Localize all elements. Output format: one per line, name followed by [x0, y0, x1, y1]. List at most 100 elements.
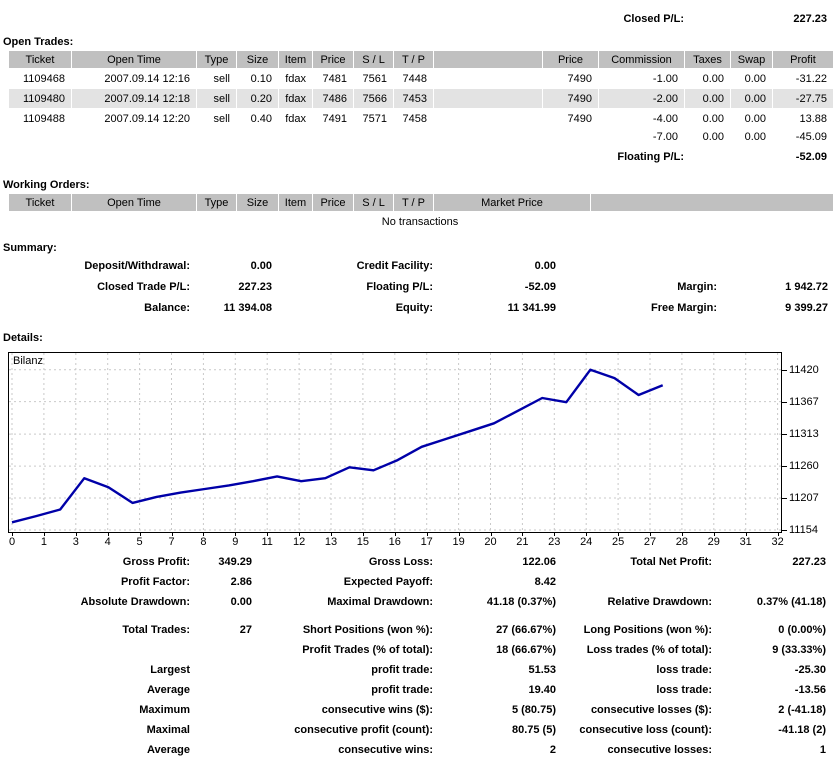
cell-type: sell — [197, 89, 236, 108]
cell-commission: -2.00 — [599, 89, 684, 108]
header-cell-open-time: Open Time — [72, 194, 196, 211]
cell-profit: -27.75 — [773, 89, 833, 108]
cell-size: 0.20 — [237, 89, 278, 108]
cell-size: 0.10 — [237, 69, 278, 88]
details-value-3: -41.18 (2) — [606, 724, 826, 736]
table-row: 11094882007.09.14 12:20sell0.40fdax74917… — [9, 109, 833, 128]
no-transactions-text: No transactions — [8, 216, 832, 228]
y-axis-label: 11260 — [789, 460, 833, 472]
y-axis-tick — [782, 530, 787, 531]
details-label-1: Maximum — [0, 704, 190, 716]
cell-sl: 7571 — [354, 109, 393, 128]
header-cell-tp: T / P — [394, 51, 433, 68]
x-axis-label: 24 — [571, 536, 601, 548]
cell-spacer — [434, 69, 542, 88]
x-axis-label: 4 — [93, 536, 123, 548]
header-cell-market-price: Market Price — [434, 194, 590, 211]
header-cell-item: Item — [279, 194, 312, 211]
x-axis-label: 12 — [284, 536, 314, 548]
cell-open-price: 7481 — [313, 69, 353, 88]
y-axis-tick — [782, 434, 787, 435]
cell-swap: 0.00 — [731, 109, 772, 128]
y-axis-tick — [782, 466, 787, 467]
cell-item: fdax — [279, 109, 312, 128]
x-axis-label: 8 — [188, 536, 218, 548]
x-axis-label: 16 — [380, 536, 410, 548]
cell-tp: 7458 — [394, 109, 433, 128]
x-axis-label: 3 — [61, 536, 91, 548]
x-axis-label: 13 — [316, 536, 346, 548]
header-cell-sl: S / L — [354, 51, 393, 68]
header-cell-spacer — [434, 51, 542, 68]
x-axis-label: 5 — [125, 536, 155, 548]
closed-totals-profit: 207.23 — [757, 0, 827, 3]
floating-pl-label: Floating P/L: — [564, 151, 684, 163]
cell-spacer — [434, 109, 542, 128]
header-cell-spacer — [591, 194, 833, 211]
cell-profit: 13.88 — [773, 109, 833, 128]
y-axis-label: 11367 — [789, 396, 833, 408]
header-cell-sl: S / L — [354, 194, 393, 211]
x-axis-label: 1 — [29, 536, 59, 548]
working-orders-title: Working Orders: — [3, 179, 90, 191]
summary-title: Summary: — [3, 242, 57, 254]
balance-chart — [8, 352, 782, 533]
table-row: 11094682007.09.14 12:16sell0.10fdax74817… — [9, 69, 833, 88]
mt4-trade-statement: { "colors": { "header_bg": "#c0c0c0", "r… — [0, 0, 838, 764]
x-axis-label: 11 — [252, 536, 282, 548]
table-header-row: TicketOpen TimeTypeSizeItemPriceS / LT /… — [9, 51, 833, 68]
summary-value-2: 0.00 — [336, 260, 556, 272]
x-axis-label: 9 — [220, 536, 250, 548]
details-label-1: Largest — [0, 664, 190, 676]
header-cell-commission: Commission — [599, 51, 684, 68]
header-cell-item: Item — [279, 51, 312, 68]
cell-open-time: 2007.09.14 12:20 — [72, 109, 196, 128]
cell-sl: 7561 — [354, 69, 393, 88]
header-cell-price: Price — [543, 51, 598, 68]
cell-open-price: 7491 — [313, 109, 353, 128]
header-cell-open-time: Open Time — [72, 51, 196, 68]
cell-commission: -4.00 — [599, 109, 684, 128]
header-cell-taxes: Taxes — [685, 51, 730, 68]
cell-item: fdax — [279, 89, 312, 108]
details-label-1: Average — [0, 744, 190, 756]
cell-open-price: 7486 — [313, 89, 353, 108]
open-trades-title: Open Trades: — [3, 36, 73, 48]
y-axis-tick — [782, 498, 787, 499]
cell-tp: 7448 — [394, 69, 433, 88]
cell-swap: 0.00 — [731, 69, 772, 88]
y-axis-tick — [782, 402, 787, 403]
cell-open-time: 2007.09.14 12:18 — [72, 89, 196, 108]
x-axis-label: 25 — [603, 536, 633, 548]
x-axis-label: 17 — [412, 536, 442, 548]
y-axis-tick — [782, 370, 787, 371]
x-axis-label: 0 — [0, 536, 27, 548]
cell-taxes: 0.00 — [685, 109, 730, 128]
cell-swap: 0.00 — [731, 89, 772, 108]
header-cell-open-price: Price — [313, 51, 353, 68]
y-axis-label: 11313 — [789, 428, 833, 440]
summary-value-3: 9 399.27 — [608, 302, 828, 314]
header-cell-size: Size — [237, 194, 278, 211]
x-axis-label: 32 — [763, 536, 793, 548]
y-axis-label: 11207 — [789, 492, 833, 504]
header-cell-type: Type — [197, 51, 236, 68]
header-cell-tp: T / P — [394, 194, 433, 211]
balance-line — [12, 370, 663, 523]
details-value-2: 8.42 — [336, 576, 556, 588]
x-axis-label: 31 — [731, 536, 761, 548]
cell-spacer — [434, 89, 542, 108]
totals-profit: -45.09 — [757, 131, 827, 143]
x-axis-label: 28 — [667, 536, 697, 548]
table-header-row: TicketOpen TimeTypeSizeItemPriceS / LT /… — [9, 194, 833, 211]
summary-value-3: 1 942.72 — [608, 281, 828, 293]
details-value-3: 2 (-41.18) — [606, 704, 826, 716]
x-axis-label: 19 — [444, 536, 474, 548]
details-value-3: 227.23 — [606, 556, 826, 568]
details-value-3: 1 — [606, 744, 826, 756]
cell-commission: -1.00 — [599, 69, 684, 88]
header-cell-ticket: Ticket — [9, 194, 71, 211]
header-cell-type: Type — [197, 194, 236, 211]
details-value-3: -13.56 — [606, 684, 826, 696]
open-trades-table: TicketOpen TimeTypeSizeItemPriceS / LT /… — [8, 50, 834, 129]
